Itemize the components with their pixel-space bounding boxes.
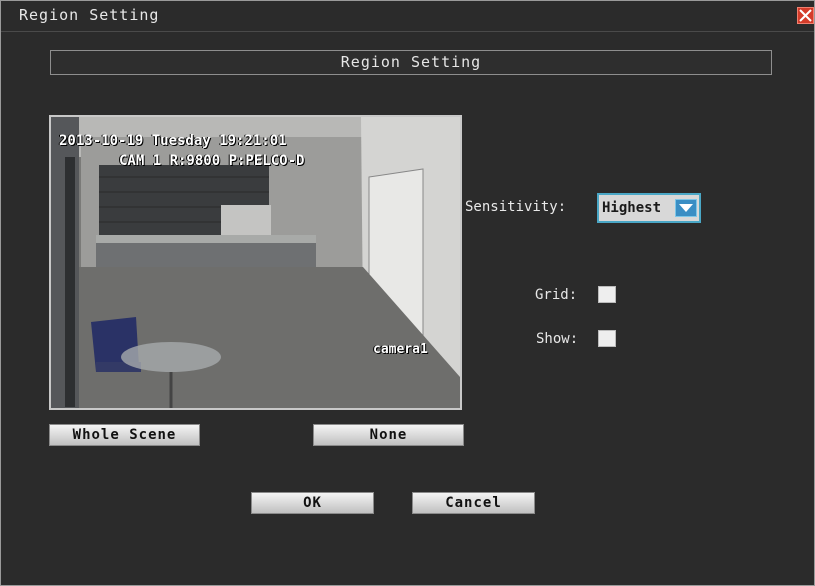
grid-checkbox[interactable] — [598, 286, 616, 303]
chevron-down-icon — [679, 204, 693, 212]
sensitivity-dropdown-button[interactable] — [675, 199, 697, 217]
osd-camera-info: CAM 1 R:9800 P:PELCO-D — [119, 153, 305, 169]
close-button[interactable] — [797, 7, 814, 24]
ok-button[interactable]: OK — [251, 492, 374, 514]
sensitivity-select[interactable]: Highest — [597, 193, 701, 223]
camera-preview[interactable]: 2013-10-19 Tuesday 19:21:01 CAM 1 R:9800… — [49, 115, 462, 410]
grid-label: Grid: — [535, 287, 578, 303]
none-button[interactable]: None — [313, 424, 464, 446]
region-setting-dialog: Region Setting Region Setting 2013-10-19… — [0, 0, 815, 586]
osd-datetime: 2013-10-19 Tuesday 19:21:01 — [59, 133, 287, 149]
title-divider — [1, 31, 814, 32]
sensitivity-value: Highest — [602, 200, 662, 216]
show-label: Show: — [536, 331, 579, 347]
title-bar: Region Setting — [1, 1, 814, 29]
show-checkbox[interactable] — [598, 330, 616, 347]
osd-camera-name: camera1 — [373, 342, 428, 357]
cancel-button[interactable]: Cancel — [412, 492, 535, 514]
close-x-icon — [799, 9, 812, 22]
window-title: Region Setting — [19, 6, 160, 24]
section-header: Region Setting — [50, 50, 772, 75]
sensitivity-label: Sensitivity: — [465, 199, 567, 215]
whole-scene-button[interactable]: Whole Scene — [49, 424, 200, 446]
